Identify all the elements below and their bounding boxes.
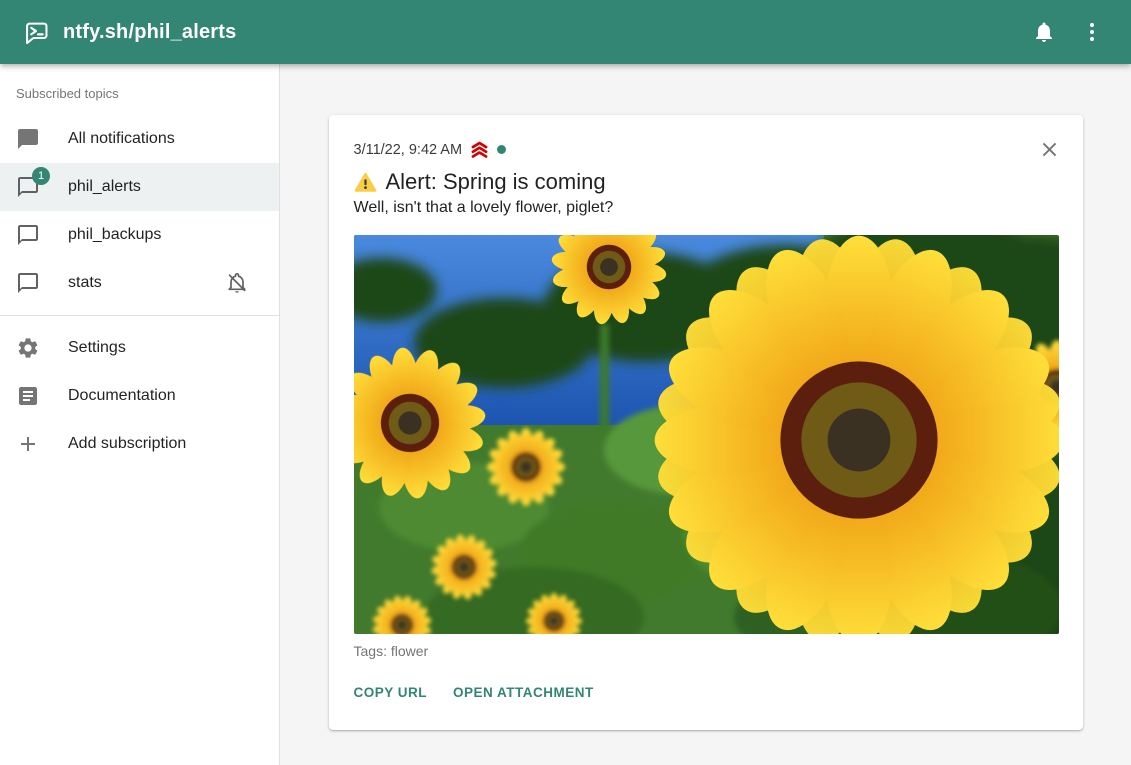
unread-dot (497, 145, 506, 154)
chat-filled-icon (16, 127, 40, 151)
sidebar-item-label: Documentation (68, 387, 176, 405)
notifications-off-icon (225, 271, 249, 295)
notification-title: Alert: Spring is coming (386, 169, 606, 195)
main-content: 3/11/22, 9:42 AM Alert: Spring is co (280, 64, 1131, 765)
gear-icon (16, 336, 40, 360)
sidebar-item-label: Add subscription (68, 435, 186, 453)
sidebar-item-label: All notifications (68, 130, 175, 148)
notification-card: 3/11/22, 9:42 AM Alert: Spring is co (329, 115, 1083, 730)
notification-meta: 3/11/22, 9:42 AM (354, 139, 1058, 160)
sidebar-item-add-subscription[interactable]: Add subscription (0, 420, 279, 468)
sidebar: Subscribed topics All notifications 1 ph… (0, 64, 280, 765)
more-vert-icon (1080, 20, 1104, 44)
notifications-bell-button[interactable] (1023, 11, 1065, 53)
sidebar-item-phil-alerts[interactable]: 1 phil_alerts (0, 163, 279, 211)
chat-outline-icon (16, 223, 40, 247)
sunflower-photo (354, 235, 1059, 634)
sidebar-item-label: Settings (68, 339, 126, 357)
ntfy-app: ntfy.sh/phil_alerts Subscribed topics (0, 0, 1131, 765)
overflow-menu-button[interactable] (1071, 11, 1113, 53)
sidebar-item-settings[interactable]: Settings (0, 324, 279, 372)
sidebar-item-all-notifications[interactable]: All notifications (0, 115, 279, 163)
priority-max-icon (469, 139, 490, 160)
article-icon (16, 384, 40, 408)
subscribed-topics-label: Subscribed topics (0, 86, 279, 115)
notification-title-row: Alert: Spring is coming (354, 169, 1058, 195)
notification-timestamp: 3/11/22, 9:42 AM (354, 142, 463, 158)
sidebar-item-label: phil_alerts (68, 178, 141, 196)
notification-body: Well, isn't that a lovely flower, piglet… (354, 199, 1058, 217)
sidebar-item-documentation[interactable]: Documentation (0, 372, 279, 420)
sidebar-item-stats[interactable]: stats (0, 259, 279, 307)
ntfy-logo-icon (22, 19, 49, 46)
app-title: ntfy.sh/phil_alerts (63, 21, 236, 44)
sidebar-item-label: stats (68, 274, 102, 292)
chat-outline-icon: 1 (16, 175, 40, 199)
warning-emoji-icon (354, 171, 377, 194)
sidebar-item-label: phil_backups (68, 226, 161, 244)
bell-icon (1032, 20, 1056, 44)
sidebar-divider (0, 315, 279, 316)
notification-tags: Tags: flower (354, 643, 1058, 659)
close-icon (1038, 138, 1061, 161)
plus-icon (16, 432, 40, 456)
sidebar-item-phil-backups[interactable]: phil_backups (0, 211, 279, 259)
copy-url-button[interactable]: COPY URL (346, 677, 436, 708)
notification-actions: COPY URL OPEN ATTACHMENT (346, 677, 1058, 708)
chat-outline-icon (16, 271, 40, 295)
attachment-image[interactable] (354, 235, 1059, 634)
open-attachment-button[interactable]: OPEN ATTACHMENT (445, 677, 602, 708)
unread-count-badge: 1 (32, 167, 50, 185)
app-bar: ntfy.sh/phil_alerts (0, 0, 1131, 64)
close-notification-button[interactable] (1036, 135, 1064, 163)
